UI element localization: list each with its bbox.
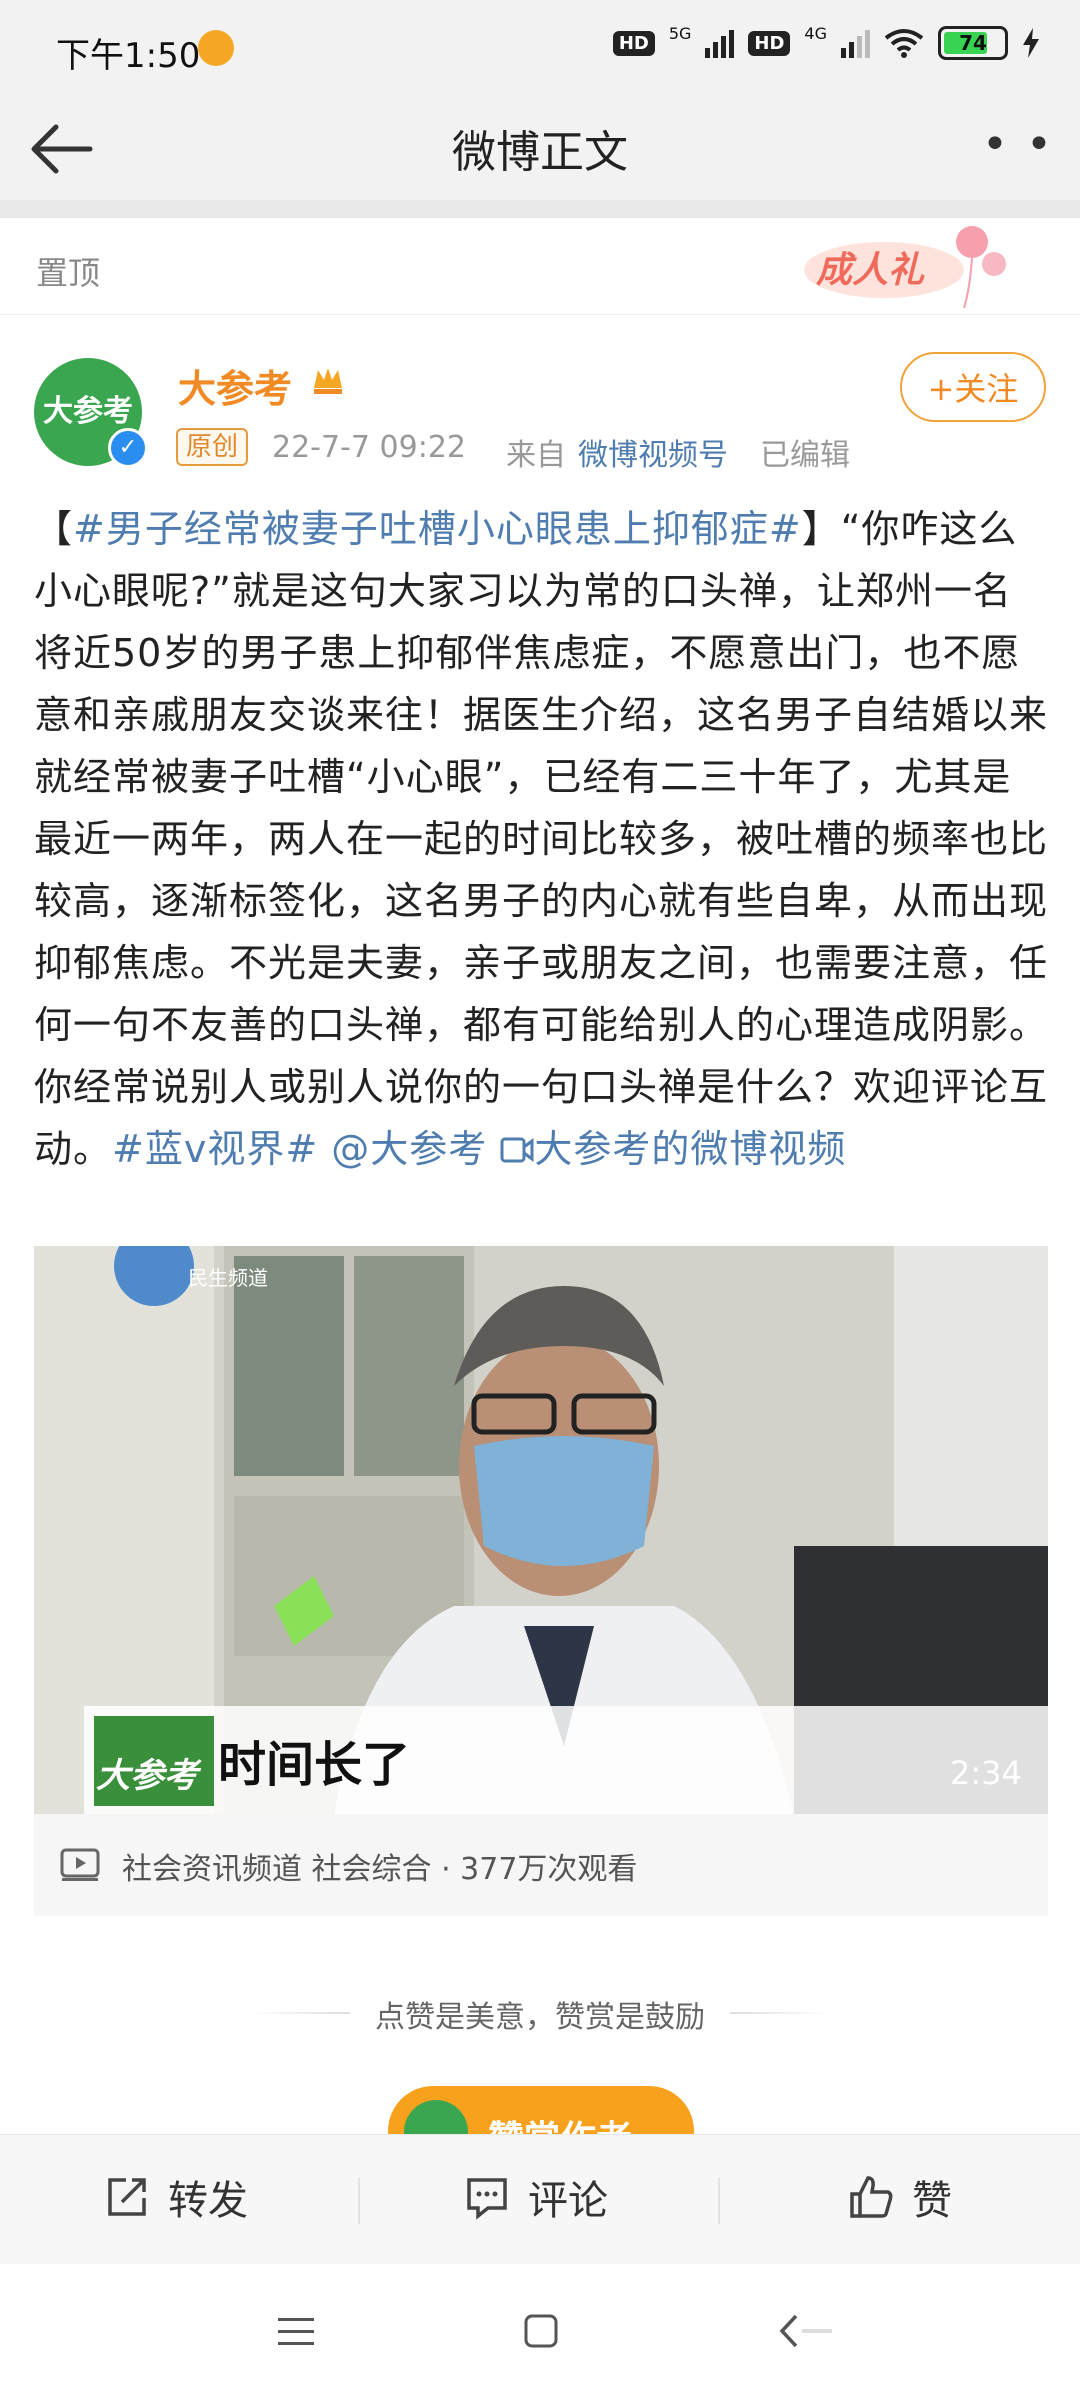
hd-icon-2: HD: [748, 30, 791, 56]
like-icon: [850, 2176, 893, 2218]
video-meta-text: 社会资讯频道 社会综合 · 377万次观看: [122, 1852, 638, 1887]
hashtag-end[interactable]: #蓝v视界#: [112, 1127, 318, 1171]
post-text: “你咋这么小心眼呢?”就是这句大家习以为常的口头禅，让郑州一名将近50岁的男子患…: [34, 507, 1049, 1171]
comment-icon: [467, 2178, 507, 2220]
video-link[interactable]: 大参考的微博视频: [500, 1127, 846, 1171]
status-indicators: HD 5G HD 4G 74: [612, 23, 1040, 60]
page-title: 微博正文: [452, 127, 628, 178]
separator: [358, 2178, 360, 2224]
repost-button[interactable]: 转发: [104, 2168, 248, 2226]
hashtag-main[interactable]: #男子经常被妻子吐槽小心眼患上抑郁症#: [73, 507, 802, 551]
repost-icon: [108, 2178, 146, 2216]
video-link-text: 大参考的微博视频: [534, 1127, 847, 1171]
back-nav-icon[interactable]: [774, 2312, 834, 2350]
post-source[interactable]: 微博视频号: [578, 430, 728, 474]
battery-icon: 74: [938, 26, 1008, 60]
charging-icon: [1023, 28, 1039, 58]
menu-icon[interactable]: [276, 2314, 316, 2350]
bracket-open: 【: [34, 507, 74, 551]
wifi-icon: [884, 29, 924, 58]
author-name[interactable]: 大参考: [178, 358, 292, 413]
network-4g-label: 4G: [804, 23, 827, 43]
comment-label: 评论: [528, 2178, 608, 2224]
post-body: 【#男子经常被妻子吐槽小心眼患上抑郁症#】“你咋这么小心眼呢?”就是这句大家习以…: [34, 498, 1050, 1180]
mention-link[interactable]: @大参考: [331, 1127, 487, 1171]
video-caption: 时间长了: [218, 1737, 411, 1793]
video-logo: 大参考: [96, 1756, 198, 1796]
pinned-label: 置顶: [36, 254, 101, 292]
original-tag: 原创: [176, 428, 249, 466]
crown-icon: [314, 368, 342, 394]
like-label: 赞: [912, 2178, 952, 2224]
ceremony-badge: 成人礼: [804, 226, 1006, 309]
signal-icon: [705, 28, 735, 58]
battery-level: 74: [959, 31, 987, 55]
video-player[interactable]: [34, 1246, 1048, 1814]
hd-icon: HD: [612, 30, 655, 56]
verified-icon: ✓: [108, 428, 148, 468]
like-button[interactable]: 赞: [848, 2168, 952, 2226]
from-label: 来自: [506, 438, 566, 473]
bracket-close: 】: [801, 507, 841, 551]
ceremony-text: 成人礼: [816, 250, 925, 291]
weibo-notification-icon: [198, 30, 234, 66]
more-icon[interactable]: • • •: [982, 113, 1054, 234]
avatar-text: 大参考: [43, 394, 133, 429]
signal-weak-icon: [841, 28, 870, 58]
network-5g-label: 5G: [668, 23, 692, 43]
home-icon[interactable]: [522, 2312, 560, 2350]
divider: [0, 200, 1080, 218]
channel-logo: 民生频道: [188, 1266, 268, 1290]
follow-button[interactable]: +关注: [900, 352, 1046, 422]
status-time: 下午1:50: [56, 36, 201, 76]
edited-label[interactable]: 已编辑: [760, 430, 850, 474]
video-thumbnail: [34, 1246, 1048, 1814]
comment-button[interactable]: 评论: [464, 2168, 608, 2226]
video-link-icon: [500, 1137, 534, 1163]
video-icon: [60, 1848, 100, 1881]
repost-label: 转发: [168, 2178, 248, 2224]
separator: [718, 2178, 720, 2224]
video-duration: 2:34: [950, 1754, 1022, 1792]
encourage-text: 点赞是美意，赞赏是鼓励: [375, 2000, 705, 2035]
post-time: 22-7-7 09:22: [272, 430, 466, 465]
